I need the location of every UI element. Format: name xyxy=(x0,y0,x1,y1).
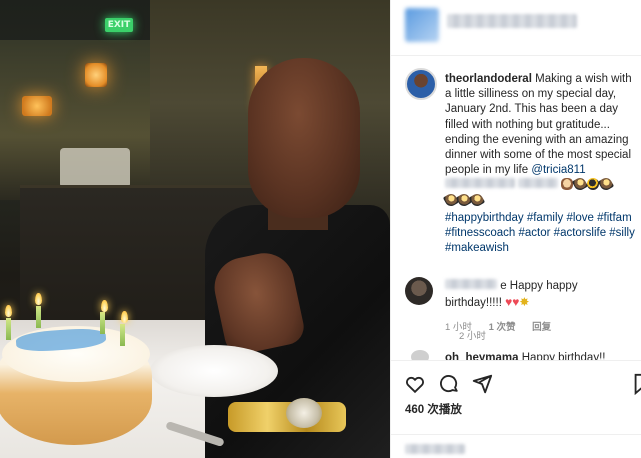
view-count[interactable]: 460 次播放 xyxy=(405,401,462,417)
rocket-emoji-icon xyxy=(572,176,589,193)
blurred-mention xyxy=(518,178,559,189)
rocket-emoji-icon xyxy=(598,176,615,193)
candle-flame xyxy=(5,305,12,317)
caption-text: Making a wish with a little silliness on… xyxy=(445,73,632,177)
paper-plane-icon[interactable] xyxy=(471,373,493,395)
party-emoji-icon xyxy=(587,178,600,191)
candle xyxy=(6,318,11,340)
background-table xyxy=(60,148,130,188)
sparkle-emoji-icon: ✸ xyxy=(519,294,530,309)
candle xyxy=(100,312,105,334)
comment-username[interactable]: oh_heymama xyxy=(445,352,519,360)
watch-face xyxy=(286,398,322,428)
action-bar: 460 次播放 xyxy=(391,360,641,458)
candle-flame xyxy=(121,311,128,323)
caption-mention[interactable]: @tricia811 xyxy=(531,164,585,176)
post-side-panel: theorlandoderal Making a wish with a lit… xyxy=(390,0,641,458)
post-photo[interactable]: EXIT xyxy=(0,0,390,458)
candle xyxy=(120,324,125,346)
post-header xyxy=(391,0,641,56)
comment-meta: 1 小时 1 次赞 回复 xyxy=(445,319,565,333)
comment-likes[interactable]: 1 次赞 xyxy=(489,322,516,333)
exit-sign: EXIT xyxy=(105,18,133,32)
commenter-avatar[interactable] xyxy=(411,350,429,360)
caption-avatar[interactable] xyxy=(405,68,437,100)
rocket-emoji-icon xyxy=(468,191,486,208)
blurred-comment-placeholder[interactable] xyxy=(405,444,465,454)
candle xyxy=(36,306,41,328)
comment-body: e Happy happy birthday!!!!! ♥♥✸ xyxy=(445,279,635,311)
lamp xyxy=(22,96,52,116)
caption-body: theorlandoderal Making a wish with a lit… xyxy=(442,72,640,257)
comment-bubble-icon[interactable] xyxy=(438,373,460,395)
add-comment-bar[interactable] xyxy=(391,434,641,458)
heart-outline-icon[interactable] xyxy=(404,373,426,395)
caption-username[interactable]: theorlandoderal xyxy=(445,73,532,85)
comment-reply-button[interactable]: 回复 xyxy=(532,322,551,333)
caption-hashtags[interactable]: #happybirthday #family #love #fitfam #fi… xyxy=(445,211,640,257)
comment-item: oh_heymama Happy birthday!! xyxy=(405,346,638,360)
blurred-username[interactable] xyxy=(447,14,577,28)
comment-timestamp: 1 小时 xyxy=(445,322,472,333)
bookmark-icon[interactable] xyxy=(631,373,641,395)
comment-body: oh_heymama Happy birthday!! xyxy=(445,352,605,360)
blurred-commenter-name[interactable] xyxy=(445,279,497,289)
cake-emoji-icon xyxy=(561,178,574,191)
blurred-mention xyxy=(445,178,515,189)
candle-flame xyxy=(35,293,42,305)
commenter-avatar[interactable] xyxy=(405,277,433,305)
plate xyxy=(150,345,278,397)
blurred-avatar[interactable] xyxy=(405,8,439,42)
candle-flame xyxy=(101,300,108,312)
comment-text: Happy birthday!! xyxy=(521,352,606,360)
lamp xyxy=(85,63,107,87)
man-head xyxy=(248,58,360,218)
